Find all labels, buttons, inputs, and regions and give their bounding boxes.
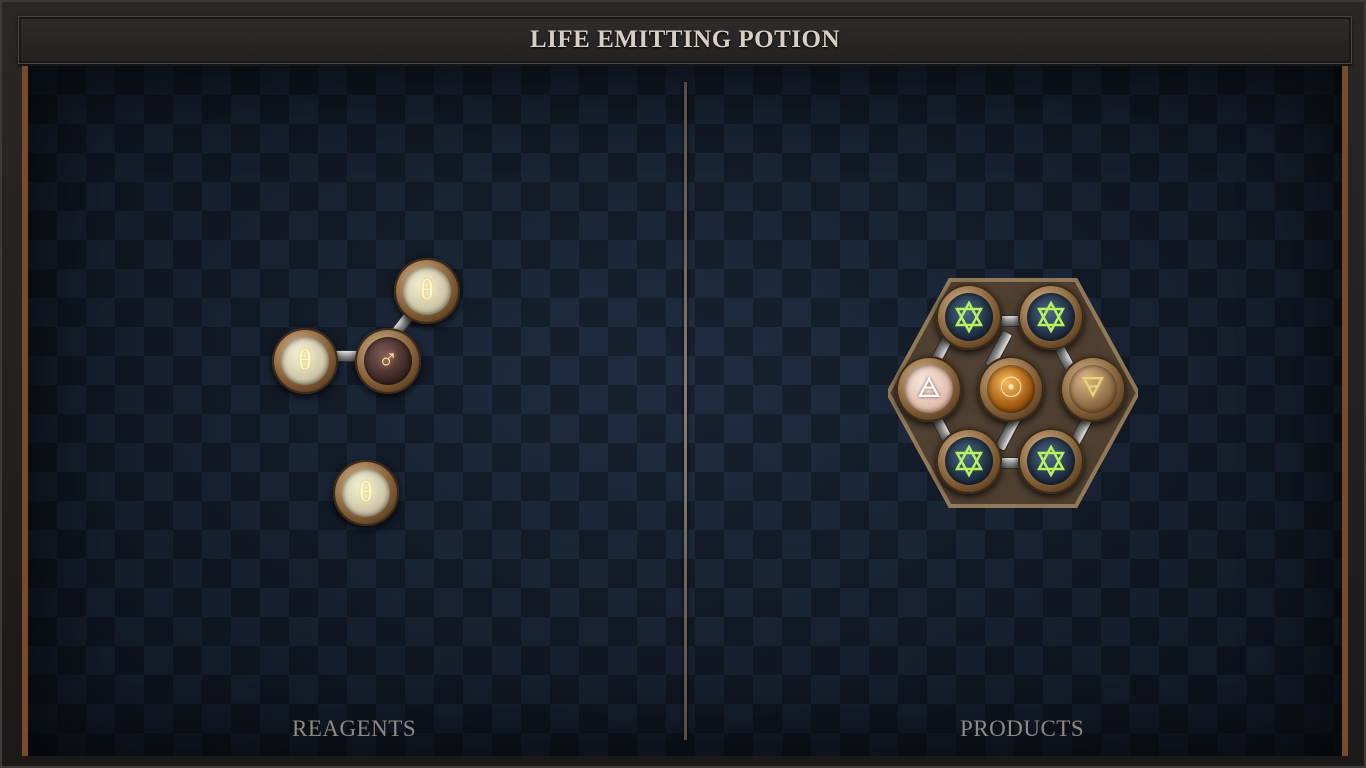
- product-atom-earth[interactable]: 🜃: [1060, 356, 1126, 422]
- product-atom-vitae[interactable]: [1018, 428, 1084, 494]
- air-icon: 🜁: [905, 365, 953, 413]
- window-frame: LIFE EMITTING POTION θ ♂ θ θ REAGENTS 🜁 …: [0, 0, 1366, 768]
- salt-icon: θ: [342, 469, 390, 517]
- reagent-atom-salt[interactable]: θ: [333, 460, 399, 526]
- panel-divider: [684, 82, 687, 740]
- title-bar: LIFE EMITTING POTION: [18, 16, 1352, 64]
- reagent-atom-salt[interactable]: θ: [394, 258, 460, 324]
- vitae-icon: [1027, 293, 1075, 341]
- product-atom-gold[interactable]: ☉: [978, 356, 1044, 422]
- salt-icon: θ: [403, 267, 451, 315]
- salt-icon: θ: [281, 337, 329, 385]
- vitae-icon: [1027, 437, 1075, 485]
- vitae-icon: [945, 293, 993, 341]
- reagents-label: REAGENTS: [292, 716, 417, 741]
- iron-icon: ♂: [364, 337, 412, 385]
- gold-icon: ☉: [987, 365, 1035, 413]
- recipe-board: θ ♂ θ θ REAGENTS 🜁 ☉ 🜃 PRODUCTS: [22, 66, 1348, 756]
- reagent-atom-salt[interactable]: θ: [272, 328, 338, 394]
- earth-icon: 🜃: [1069, 365, 1117, 413]
- product-atom-vitae[interactable]: [1018, 284, 1084, 350]
- product-atom-vitae[interactable]: [936, 428, 1002, 494]
- product-atom-air[interactable]: 🜁: [896, 356, 962, 422]
- products-label: PRODUCTS: [960, 716, 1085, 741]
- vitae-icon: [945, 437, 993, 485]
- reagent-atom-iron[interactable]: ♂: [355, 328, 421, 394]
- page-title: LIFE EMITTING POTION: [529, 26, 841, 53]
- product-atom-vitae[interactable]: [936, 284, 1002, 350]
